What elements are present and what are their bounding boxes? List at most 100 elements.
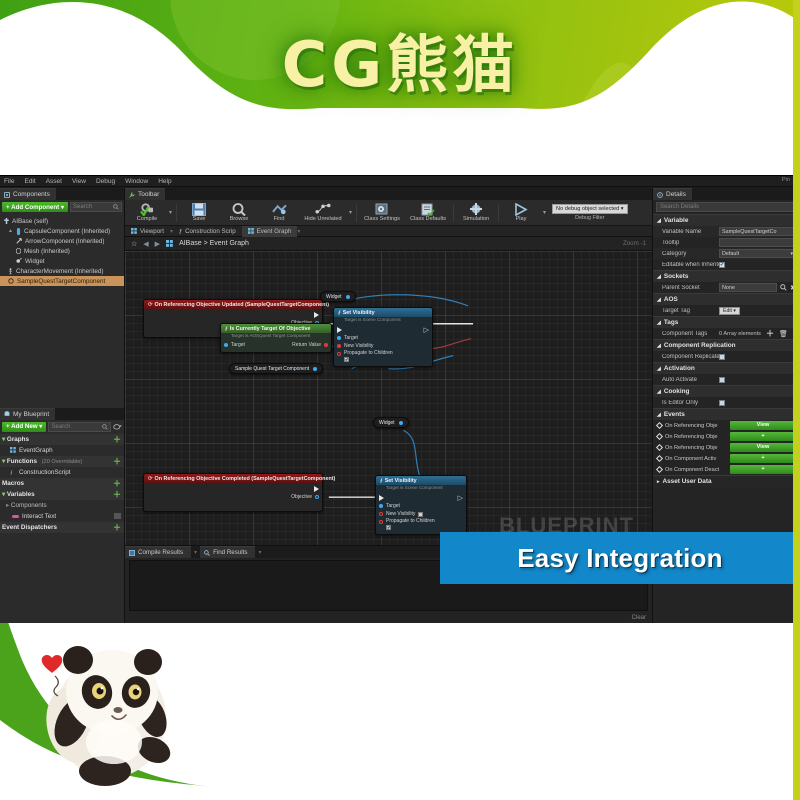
graph-node-is-currently-target[interactable]: ƒ Is Currently Target Of Objective Targe…	[220, 323, 332, 353]
menu-item-view[interactable]: View	[72, 178, 86, 185]
component-replicates-checkbox[interactable]	[719, 353, 725, 360]
add-graph-button[interactable]: ＋	[113, 434, 121, 445]
section-header-activation[interactable]: ◢ Activation	[653, 362, 800, 374]
class-defaults-button[interactable]: Class Defaults	[407, 203, 449, 222]
node-in-pin-new-visibility[interactable]: New Visibility	[337, 342, 429, 350]
mb-section-variables[interactable]: ▾ Variables ＋	[0, 488, 124, 500]
add-event-dispatcher-button[interactable]: ＋	[113, 522, 121, 533]
event-graph-canvas[interactable]: ⟳ On Referencing Objective Updated (Samp…	[125, 251, 652, 545]
view-options-icon[interactable]	[113, 423, 122, 430]
target-tag-edit-button[interactable]: Edit ▾	[719, 306, 740, 315]
exec-out-pin-icon[interactable]: ▷	[424, 326, 429, 334]
forward-arrow-icon[interactable]: ▶	[155, 240, 160, 248]
propagate-to-children-checkbox[interactable]	[386, 525, 391, 530]
tab-overflow-arrow-icon[interactable]: ▾	[191, 549, 200, 556]
exec-in-pin-icon[interactable]	[337, 326, 342, 333]
hide-unrelated-button[interactable]: Hide Unrelated	[301, 203, 345, 222]
tab-toolbar[interactable]: Toolbar	[125, 188, 166, 200]
menu-item-window[interactable]: Window	[125, 178, 148, 185]
play-button[interactable]: Play	[503, 203, 539, 222]
details-search-input[interactable]: Search Details	[656, 202, 797, 212]
variable-name-input[interactable]: SampleQuestTargetCo	[719, 227, 796, 236]
compile-button[interactable]: Compile	[129, 203, 165, 222]
tab-compile-results[interactable]: Compile Results	[125, 546, 192, 558]
mb-section-macros[interactable]: Macros ＋	[0, 477, 124, 489]
node-exec-out-pin[interactable]	[147, 311, 319, 319]
tree-item-mesh[interactable]: Mesh (Inherited)	[0, 246, 124, 256]
tree-item-charactermovement[interactable]: CharacterMovement (Inherited)	[0, 266, 124, 276]
section-header-asset-user-data[interactable]: ▸ Asset User Data	[653, 475, 800, 487]
add-variable-button[interactable]: ＋	[113, 489, 121, 500]
parent-socket-value[interactable]: None	[719, 283, 778, 292]
browse-button[interactable]: Browse	[221, 203, 257, 222]
section-header-component-replication[interactable]: ◢ Component Replication	[653, 339, 800, 351]
mb-item-interact-text[interactable]: Interact Text	[0, 511, 124, 522]
menu-item-edit[interactable]: Edit	[24, 178, 35, 185]
event-add-button[interactable]: +	[730, 432, 796, 441]
breadcrumb[interactable]: AIBase > Event Graph	[179, 240, 249, 247]
mb-item-eventgraph[interactable]: EventGraph	[0, 445, 124, 456]
section-header-cooking[interactable]: ◢ Cooking	[653, 385, 800, 397]
auto-activate-checkbox[interactable]	[719, 376, 725, 383]
add-new-button[interactable]: + Add New ▾	[2, 421, 47, 432]
add-array-element-button[interactable]: ＋	[766, 328, 774, 339]
components-search-input[interactable]: Search	[70, 202, 122, 212]
node-in-pin-target[interactable]: Target	[379, 502, 463, 510]
tab-overflow-arrow-icon[interactable]: ▾	[255, 549, 264, 556]
add-macro-button[interactable]: ＋	[113, 478, 121, 489]
class-settings-button[interactable]: Class Settings	[361, 203, 403, 222]
tooltip-input[interactable]	[719, 238, 796, 247]
node-in-pin-target[interactable]: Target	[337, 334, 429, 342]
tree-item-widget[interactable]: Widget	[0, 256, 124, 266]
event-view-button[interactable]: View	[730, 421, 796, 430]
save-button[interactable]: Save	[181, 203, 217, 222]
mb-section-graphs[interactable]: ▾ Graphs ＋	[0, 433, 124, 445]
menu-item-asset[interactable]: Asset	[46, 178, 62, 185]
tab-components[interactable]: Components	[0, 188, 56, 200]
is-editor-only-checkbox[interactable]	[719, 399, 725, 406]
graph-node-event-objective-completed[interactable]: ⟳ On Referencing Objective Completed (Sa…	[143, 473, 335, 512]
myblueprint-search-input[interactable]: Search	[48, 421, 111, 432]
event-add-button[interactable]: +	[730, 465, 796, 474]
tab-find-results[interactable]: Find Results	[200, 546, 256, 558]
menu-item-debug[interactable]: Debug	[96, 178, 115, 185]
hide-unrelated-dropdown-arrow-icon[interactable]: ▾	[349, 209, 352, 216]
mb-group-components[interactable]: ▸ Components	[0, 500, 124, 511]
graph-node-set-visibility-2[interactable]: ƒ Set Visibility Target is Scene Compone…	[375, 475, 467, 535]
tab-viewport[interactable]: Viewport	[125, 226, 170, 237]
tab-construction-script[interactable]: ƒ Construction Scrip	[173, 226, 242, 237]
compile-dropdown-arrow-icon[interactable]: ▾	[169, 209, 172, 216]
search-icon[interactable]	[780, 284, 787, 291]
new-visibility-checkbox[interactable]	[418, 511, 424, 517]
add-function-button[interactable]: ＋	[113, 456, 121, 467]
delete-array-button[interactable]: 🗑	[779, 330, 788, 338]
favorite-star-icon[interactable]: ☆	[131, 240, 137, 248]
mb-section-functions[interactable]: ▾ Functions (20 Overridable) ＋	[0, 455, 124, 467]
event-view-button[interactable]: View	[730, 443, 796, 452]
mb-section-event-dispatchers[interactable]: Event Dispatchers ＋	[0, 521, 124, 533]
graph-node-set-visibility-1[interactable]: ƒ Set Visibility Target is Scene Compone…	[333, 307, 433, 367]
tree-item-aibase[interactable]: AIBase (self)	[0, 216, 124, 226]
visibility-toggle-icon[interactable]	[114, 513, 121, 519]
node-exec-out-pin[interactable]	[147, 485, 319, 493]
add-component-button[interactable]: + Add Component ▾	[2, 202, 69, 212]
details-pin-label[interactable]: Pin	[782, 177, 790, 183]
node-in-pin-propagate-to-children[interactable]: Propagate to Children	[337, 350, 429, 363]
node-out-pin-objective[interactable]: Objective	[147, 493, 319, 501]
menu-item-file[interactable]: File	[4, 178, 14, 185]
tab-event-graph[interactable]: Event Graph	[241, 225, 298, 237]
section-header-variable[interactable]: ◢ Variable	[653, 214, 800, 226]
node-in-pin-target[interactable]: Target	[224, 341, 245, 349]
section-header-sockets[interactable]: ◢ Sockets	[653, 270, 800, 282]
section-header-aos[interactable]: ◢ AOS	[653, 293, 800, 305]
find-button[interactable]: Find	[261, 203, 297, 222]
section-header-tags[interactable]: ◢ Tags	[653, 316, 800, 328]
tree-item-arrowcomponent[interactable]: ArrowComponent (Inherited)	[0, 236, 124, 246]
node-in-pin-propagate-to-children[interactable]: Propagate to Children	[379, 518, 463, 531]
section-header-events[interactable]: ◢ Events	[653, 408, 800, 420]
simulation-button[interactable]: Simulation	[458, 203, 494, 222]
clear-button[interactable]: Clear	[632, 615, 646, 621]
category-select[interactable]: Default ▾	[719, 249, 796, 258]
graph-node-variable-widget-1[interactable]: Widget	[320, 291, 356, 302]
expand-arrow-icon[interactable]: ▲	[8, 228, 13, 234]
